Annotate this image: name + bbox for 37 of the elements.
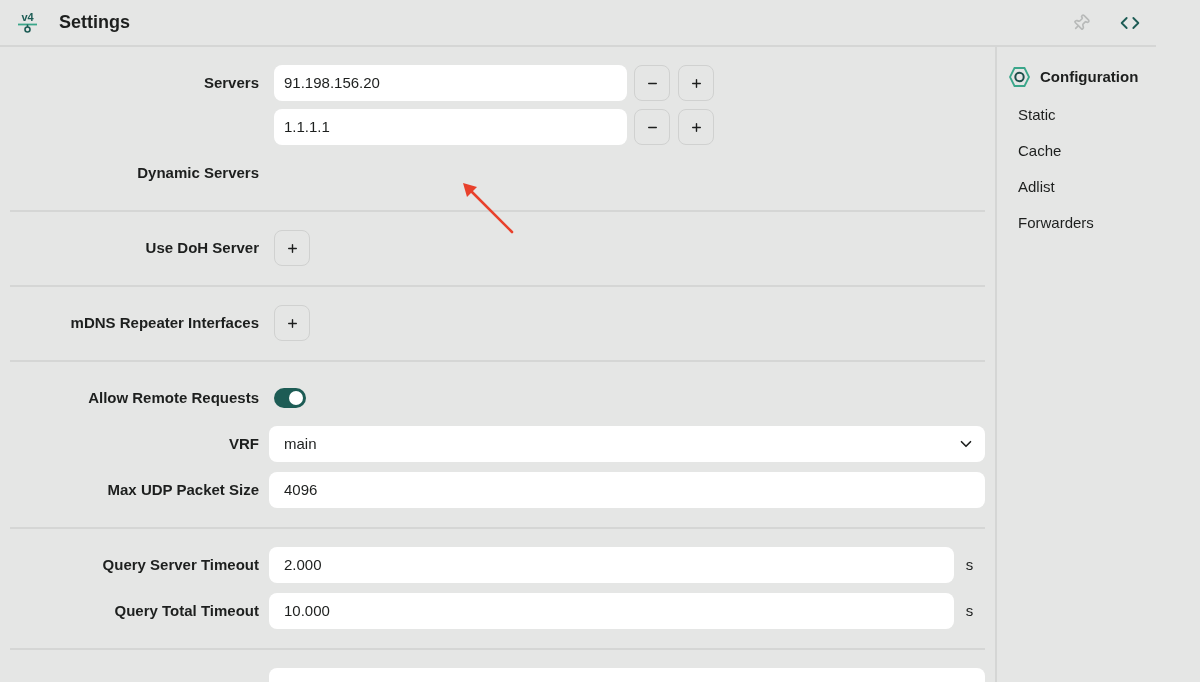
server-field[interactable]: 91.198.156.20 — [274, 65, 627, 101]
unit-label: s — [965, 600, 974, 621]
field-label: Max UDP Packet Size — [107, 479, 259, 500]
remove-button[interactable] — [634, 109, 670, 145]
input-field[interactable]: 2.000 — [269, 547, 954, 583]
plus-icon — [285, 316, 299, 330]
unit-label: s — [965, 554, 974, 575]
field-label: Servers — [203, 72, 259, 93]
field-label: Query Total Timeout — [114, 600, 259, 621]
field-label: VRF — [229, 433, 259, 454]
add-button[interactable] — [678, 65, 714, 101]
hexagon-icon — [1009, 67, 1030, 87]
input-field[interactable]: 4096 — [269, 472, 985, 508]
remove-button[interactable] — [634, 65, 670, 101]
input-field[interactable]: 10.000 — [269, 593, 954, 629]
sidebar-link[interactable]: Cache — [1018, 139, 1062, 163]
add-button[interactable] — [274, 305, 310, 341]
select-dropdown[interactable]: main — [269, 426, 985, 462]
add-button[interactable] — [678, 109, 714, 145]
field-label: Query Server Timeout — [102, 554, 259, 575]
sidebar-heading: Configuration — [1040, 66, 1139, 87]
plus-icon — [689, 76, 703, 90]
toggle-switch[interactable] — [274, 388, 306, 408]
app-logo: v4 — [18, 12, 37, 33]
field-label: mDNS Repeater Interfaces — [70, 312, 259, 333]
field-label: Allow Remote Requests — [88, 387, 259, 408]
sidebar-link[interactable]: Forwarders — [1018, 211, 1094, 235]
page-title: Settings — [59, 11, 130, 34]
field-label: Dynamic Servers — [137, 162, 259, 183]
field-label: Use DoH Server — [145, 237, 259, 258]
plus-icon — [285, 241, 299, 255]
plus-icon — [689, 120, 703, 134]
sidebar-link[interactable]: Adlist — [1018, 175, 1055, 199]
add-button[interactable] — [274, 230, 310, 266]
annotation-arrow — [461, 181, 514, 234]
sidebar-link[interactable]: Static — [1018, 103, 1056, 127]
server-field[interactable]: 1.1.1.1 — [274, 109, 627, 145]
